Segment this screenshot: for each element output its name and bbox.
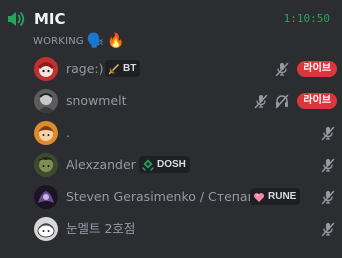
username[interactable]: snowmelt	[66, 93, 127, 109]
deafened-icon	[275, 94, 289, 109]
muted-mic-icon	[321, 222, 335, 237]
guild-tag-text: BT	[123, 63, 137, 74]
sword-icon	[108, 63, 119, 74]
username[interactable]: Steven Gerasimenko / Степан	[66, 189, 256, 205]
voice-user-row[interactable]: Alexzander DOSH	[30, 150, 342, 180]
username[interactable]: 눈멜트 2호점	[66, 221, 135, 237]
muted-mic-icon	[254, 94, 268, 109]
voice-user-row[interactable]: .	[30, 118, 342, 148]
avatar	[34, 121, 58, 145]
muted-mic-icon	[275, 62, 289, 77]
voice-user-row[interactable]: snowmelt 라이브	[30, 86, 342, 116]
live-badge: 라이브	[297, 61, 337, 77]
guild-tag: DOSH	[139, 156, 190, 173]
dosh-icon	[142, 159, 154, 171]
call-timer: 1:10:50	[283, 12, 330, 25]
channel-name: MIC	[34, 10, 66, 28]
guild-tag: RUNE	[250, 188, 301, 205]
guild-tag: BT	[105, 60, 141, 77]
username[interactable]: Alexzander	[66, 157, 136, 173]
avatar	[34, 89, 58, 113]
muted-mic-icon	[321, 126, 335, 141]
voice-channel-panel: MIC 1:10:50 WORKING 🗣️ 🔥 rage:) BT 라이브 s…	[0, 0, 342, 258]
heart-icon	[253, 192, 265, 202]
voice-channel-header[interactable]: MIC 1:10:50	[0, 6, 342, 32]
voice-user-row[interactable]: 눈멜트 2호점	[30, 214, 342, 244]
channel-status: WORKING 🗣️ 🔥	[33, 32, 125, 50]
guild-tag-text: RUNE	[268, 191, 297, 202]
live-badge: 라이브	[297, 93, 337, 109]
voice-user-row[interactable]: rage:) BT 라이브	[30, 54, 342, 84]
muted-mic-icon	[321, 190, 335, 205]
avatar	[34, 153, 58, 177]
voice-user-row[interactable]: Steven Gerasimenko / Степан RUNE	[30, 182, 342, 212]
guild-tag-text: DOSH	[157, 159, 186, 170]
avatar	[34, 185, 58, 209]
channel-status-text: WORKING	[33, 35, 84, 47]
username[interactable]: rage:)	[66, 61, 104, 77]
speaking-head-emoji: 🗣️	[86, 33, 105, 49]
muted-mic-icon	[321, 158, 335, 173]
fire-emoji: 🔥	[107, 33, 125, 49]
avatar	[34, 57, 58, 81]
username[interactable]: .	[66, 125, 70, 141]
speaker-icon	[8, 12, 25, 26]
avatar	[34, 217, 58, 241]
